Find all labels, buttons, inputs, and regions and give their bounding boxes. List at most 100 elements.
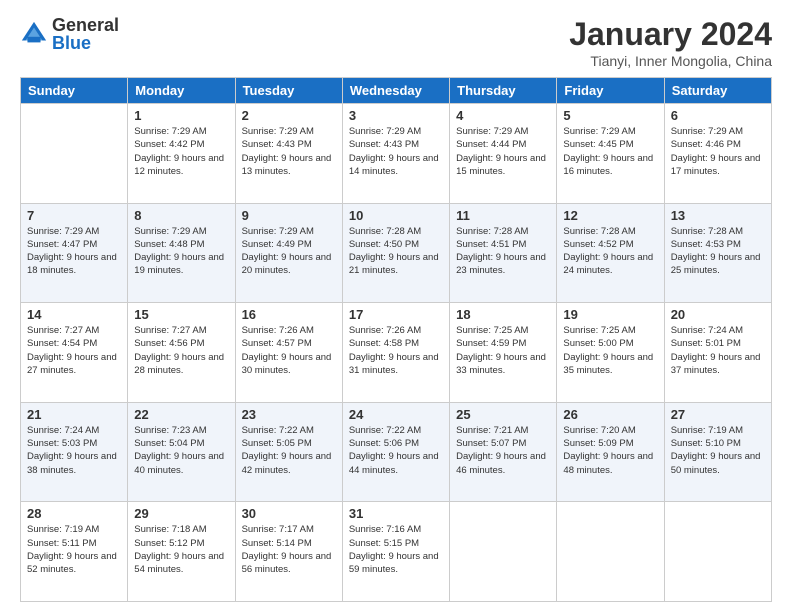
day-number: 5 <box>563 108 657 123</box>
day-number: 23 <box>242 407 336 422</box>
day-cell: 31 Sunrise: 7:16 AMSunset: 5:15 PMDayligh… <box>342 502 449 602</box>
day-cell: 25 Sunrise: 7:21 AMSunset: 5:07 PMDayligh… <box>450 402 557 502</box>
title-section: January 2024 Tianyi, Inner Mongolia, Chi… <box>569 16 772 69</box>
day-info: Sunrise: 7:29 AMSunset: 4:43 PMDaylight:… <box>349 125 443 178</box>
day-info: Sunrise: 7:18 AMSunset: 5:12 PMDaylight:… <box>134 523 228 576</box>
day-number: 14 <box>27 307 121 322</box>
day-info: Sunrise: 7:28 AMSunset: 4:53 PMDaylight:… <box>671 225 765 278</box>
day-number: 29 <box>134 506 228 521</box>
day-cell <box>557 502 664 602</box>
day-cell: 5Sunrise: 7:29 AMSunset: 4:45 PMDaylight… <box>557 104 664 204</box>
logo-general-text: General <box>52 16 119 34</box>
day-number: 9 <box>242 208 336 223</box>
day-info: Sunrise: 7:29 AMSunset: 4:46 PMDaylight:… <box>671 125 765 178</box>
day-number: 19 <box>563 307 657 322</box>
day-cell: 15 Sunrise: 7:27 AMSunset: 4:56 PMDayligh… <box>128 303 235 403</box>
day-cell: 7 Sunrise: 7:29 AMSunset: 4:47 PMDaylight… <box>21 203 128 303</box>
day-cell: 8Sunrise: 7:29 AMSunset: 4:48 PMDaylight… <box>128 203 235 303</box>
day-info: Sunrise: 7:26 AMSunset: 4:58 PMDaylight:… <box>349 324 443 377</box>
day-number: 28 <box>27 506 121 521</box>
calendar-page: General Blue January 2024 Tianyi, Inner … <box>0 0 792 612</box>
week-row-3: 14 Sunrise: 7:27 AMSunset: 4:54 PMDayligh… <box>21 303 772 403</box>
day-number: 21 <box>27 407 121 422</box>
day-number: 10 <box>349 208 443 223</box>
day-number: 17 <box>349 307 443 322</box>
header-row: SundayMondayTuesdayWednesdayThursdayFrid… <box>21 78 772 104</box>
day-info: Sunrise: 7:29 AMSunset: 4:44 PMDaylight:… <box>456 125 550 178</box>
day-cell: 30Sunrise: 7:17 AMSunset: 5:14 PMDayligh… <box>235 502 342 602</box>
day-number: 11 <box>456 208 550 223</box>
day-cell: 29 Sunrise: 7:18 AMSunset: 5:12 PMDayligh… <box>128 502 235 602</box>
day-info: Sunrise: 7:21 AMSunset: 5:07 PMDaylight:… <box>456 424 550 477</box>
header-cell-saturday: Saturday <box>664 78 771 104</box>
week-row-1: 1 Sunrise: 7:29 AMSunset: 4:42 PMDaylight… <box>21 104 772 204</box>
day-info: Sunrise: 7:25 AMSunset: 5:00 PMDaylight:… <box>563 324 657 377</box>
day-number: 2 <box>242 108 336 123</box>
day-number: 7 <box>27 208 121 223</box>
day-cell: 4 Sunrise: 7:29 AMSunset: 4:44 PMDaylight… <box>450 104 557 204</box>
day-cell: 21 Sunrise: 7:24 AMSunset: 5:03 PMDayligh… <box>21 402 128 502</box>
day-info: Sunrise: 7:26 AMSunset: 4:57 PMDaylight:… <box>242 324 336 377</box>
day-number: 25 <box>456 407 550 422</box>
header-cell-friday: Friday <box>557 78 664 104</box>
day-number: 13 <box>671 208 765 223</box>
day-number: 4 <box>456 108 550 123</box>
day-cell: 13 Sunrise: 7:28 AMSunset: 4:53 PMDayligh… <box>664 203 771 303</box>
day-info: Sunrise: 7:25 AMSunset: 4:59 PMDaylight:… <box>456 324 550 377</box>
day-info: Sunrise: 7:29 AMSunset: 4:42 PMDaylight:… <box>134 125 228 178</box>
day-info: Sunrise: 7:29 AMSunset: 4:48 PMDaylight:… <box>134 225 228 278</box>
day-number: 3 <box>349 108 443 123</box>
day-info: Sunrise: 7:28 AMSunset: 4:51 PMDaylight:… <box>456 225 550 278</box>
day-cell: 26Sunrise: 7:20 AMSunset: 5:09 PMDayligh… <box>557 402 664 502</box>
day-number: 15 <box>134 307 228 322</box>
day-info: Sunrise: 7:29 AMSunset: 4:47 PMDaylight:… <box>27 225 121 278</box>
day-cell: 22Sunrise: 7:23 AMSunset: 5:04 PMDayligh… <box>128 402 235 502</box>
week-row-2: 7 Sunrise: 7:29 AMSunset: 4:47 PMDaylight… <box>21 203 772 303</box>
day-info: Sunrise: 7:27 AMSunset: 4:56 PMDaylight:… <box>134 324 228 377</box>
day-cell <box>664 502 771 602</box>
day-info: Sunrise: 7:17 AMSunset: 5:14 PMDaylight:… <box>242 523 336 576</box>
header-cell-monday: Monday <box>128 78 235 104</box>
logo: General Blue <box>20 16 119 52</box>
day-number: 18 <box>456 307 550 322</box>
calendar-table: SundayMondayTuesdayWednesdayThursdayFrid… <box>20 77 772 602</box>
day-cell: 20 Sunrise: 7:24 AMSunset: 5:01 PMDayligh… <box>664 303 771 403</box>
day-info: Sunrise: 7:28 AMSunset: 4:50 PMDaylight:… <box>349 225 443 278</box>
day-cell: 9 Sunrise: 7:29 AMSunset: 4:49 PMDaylight… <box>235 203 342 303</box>
day-number: 22 <box>134 407 228 422</box>
header-cell-thursday: Thursday <box>450 78 557 104</box>
day-number: 24 <box>349 407 443 422</box>
location: Tianyi, Inner Mongolia, China <box>569 53 772 69</box>
header: General Blue January 2024 Tianyi, Inner … <box>20 16 772 69</box>
day-cell: 14 Sunrise: 7:27 AMSunset: 4:54 PMDayligh… <box>21 303 128 403</box>
day-cell: 2 Sunrise: 7:29 AMSunset: 4:43 PMDaylight… <box>235 104 342 204</box>
day-cell: 10 Sunrise: 7:28 AMSunset: 4:50 PMDayligh… <box>342 203 449 303</box>
day-cell: 28 Sunrise: 7:19 AMSunset: 5:11 PMDayligh… <box>21 502 128 602</box>
day-cell <box>21 104 128 204</box>
day-cell: 6 Sunrise: 7:29 AMSunset: 4:46 PMDaylight… <box>664 104 771 204</box>
day-cell: 27Sunrise: 7:19 AMSunset: 5:10 PMDayligh… <box>664 402 771 502</box>
day-info: Sunrise: 7:27 AMSunset: 4:54 PMDaylight:… <box>27 324 121 377</box>
day-info: Sunrise: 7:24 AMSunset: 5:03 PMDaylight:… <box>27 424 121 477</box>
day-cell <box>450 502 557 602</box>
header-cell-wednesday: Wednesday <box>342 78 449 104</box>
day-info: Sunrise: 7:16 AMSunset: 5:15 PMDaylight:… <box>349 523 443 576</box>
day-number: 20 <box>671 307 765 322</box>
day-number: 31 <box>349 506 443 521</box>
week-row-4: 21 Sunrise: 7:24 AMSunset: 5:03 PMDayligh… <box>21 402 772 502</box>
day-number: 12 <box>563 208 657 223</box>
logo-blue-text: Blue <box>52 34 119 52</box>
day-info: Sunrise: 7:28 AMSunset: 4:52 PMDaylight:… <box>563 225 657 278</box>
day-cell: 1 Sunrise: 7:29 AMSunset: 4:42 PMDaylight… <box>128 104 235 204</box>
day-info: Sunrise: 7:24 AMSunset: 5:01 PMDaylight:… <box>671 324 765 377</box>
day-info: Sunrise: 7:20 AMSunset: 5:09 PMDaylight:… <box>563 424 657 477</box>
day-info: Sunrise: 7:29 AMSunset: 4:49 PMDaylight:… <box>242 225 336 278</box>
day-info: Sunrise: 7:19 AMSunset: 5:11 PMDaylight:… <box>27 523 121 576</box>
day-info: Sunrise: 7:29 AMSunset: 4:43 PMDaylight:… <box>242 125 336 178</box>
day-number: 6 <box>671 108 765 123</box>
day-cell: 24 Sunrise: 7:22 AMSunset: 5:06 PMDayligh… <box>342 402 449 502</box>
day-info: Sunrise: 7:22 AMSunset: 5:06 PMDaylight:… <box>349 424 443 477</box>
day-number: 1 <box>134 108 228 123</box>
day-cell: 12 Sunrise: 7:28 AMSunset: 4:52 PMDayligh… <box>557 203 664 303</box>
day-cell: 23Sunrise: 7:22 AMSunset: 5:05 PMDayligh… <box>235 402 342 502</box>
